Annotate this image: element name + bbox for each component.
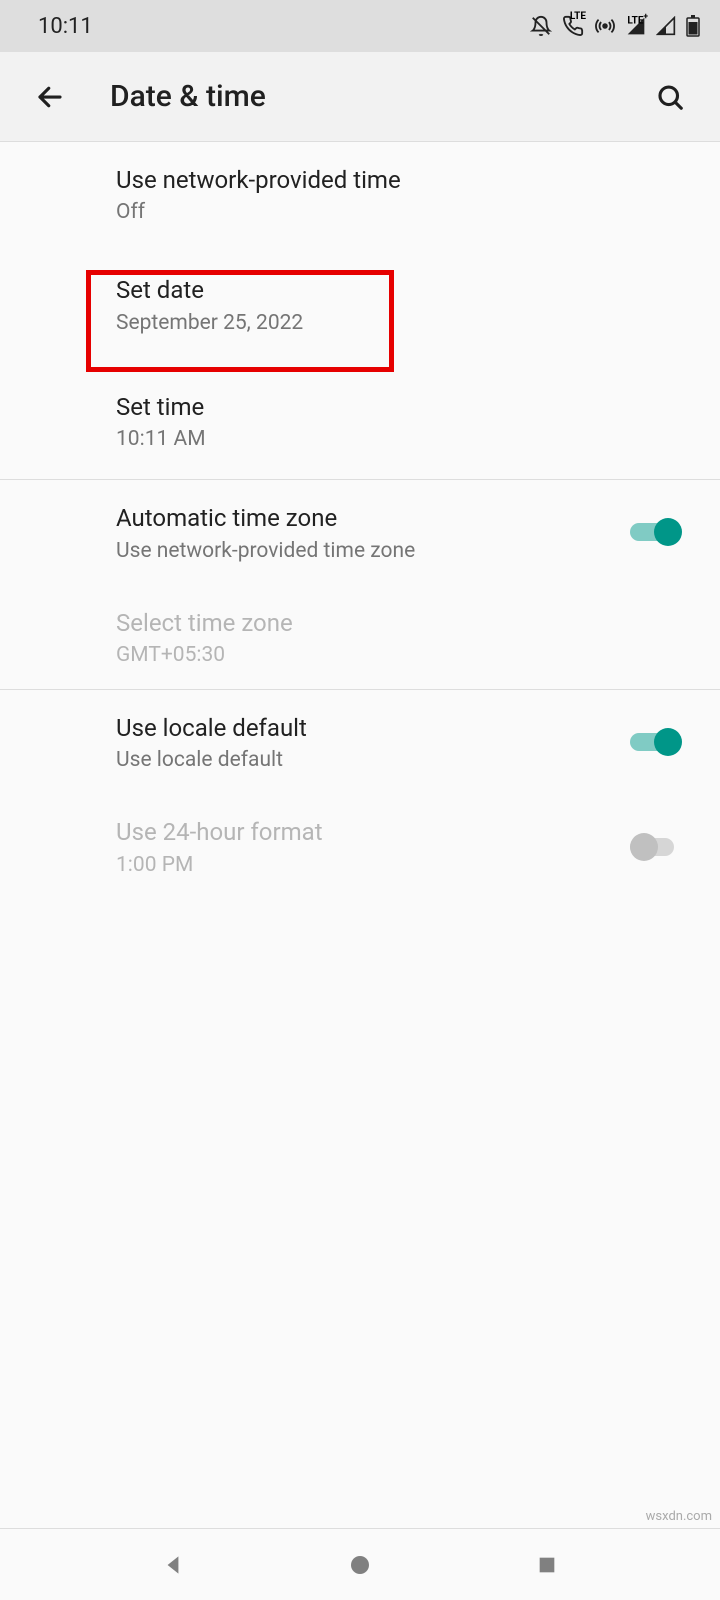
pref-subtitle: GMT+05:30 xyxy=(116,643,686,667)
status-icons: LTE LTE+ xyxy=(530,15,700,37)
hotspot-icon xyxy=(594,15,616,37)
pref-title: Use network-provided time xyxy=(116,164,686,196)
nav-back-button[interactable] xyxy=(143,1535,203,1595)
pref-subtitle: Use network-provided time zone xyxy=(116,539,630,563)
pref-title: Automatic time zone xyxy=(116,502,630,534)
nav-home-button[interactable] xyxy=(330,1535,390,1595)
pref-subtitle: Use locale default xyxy=(116,748,630,772)
search-icon xyxy=(655,82,685,112)
page-title: Date & time xyxy=(110,79,650,114)
nav-recent-button[interactable] xyxy=(517,1535,577,1595)
signal-lte-icon: LTE+ xyxy=(626,16,646,36)
status-time: 10:11 xyxy=(38,14,93,39)
pref-title: Set time xyxy=(116,391,686,423)
pref-select-timezone: Select time zone GMT+05:30 xyxy=(0,585,720,689)
switch-locale-default[interactable] xyxy=(630,727,682,757)
navigation-bar xyxy=(0,1528,720,1600)
volte-icon: LTE xyxy=(562,15,584,37)
pref-set-time[interactable]: Set time 10:11 AM xyxy=(0,363,720,479)
pref-auto-timezone[interactable]: Automatic time zone Use network-provided… xyxy=(0,480,720,584)
nav-recent-icon xyxy=(536,1554,558,1576)
battery-icon xyxy=(686,15,700,37)
pref-title: Use 24-hour format xyxy=(116,816,630,848)
dnd-icon xyxy=(530,15,552,37)
pref-24hour: Use 24-hour format 1:00 PM xyxy=(0,794,720,898)
pref-title: Set date xyxy=(116,274,686,306)
pref-subtitle: Off xyxy=(116,200,686,224)
signal-icon xyxy=(656,16,676,36)
app-bar: Date & time xyxy=(0,52,720,142)
pref-locale-default[interactable]: Use locale default Use locale default xyxy=(0,690,720,794)
status-bar: 10:11 LTE LTE+ xyxy=(0,0,720,52)
pref-network-time[interactable]: Use network-provided time Off xyxy=(0,142,720,246)
back-button[interactable] xyxy=(30,82,70,112)
arrow-back-icon xyxy=(35,82,65,112)
pref-set-date[interactable]: Set date September 25, 2022 xyxy=(0,246,720,362)
settings-list: Use network-provided time Off Set date S… xyxy=(0,142,720,899)
pref-subtitle: 1:00 PM xyxy=(116,853,630,877)
pref-subtitle: 10:11 AM xyxy=(116,427,686,451)
nav-back-icon xyxy=(160,1552,186,1578)
pref-title: Select time zone xyxy=(116,607,686,639)
switch-auto-timezone[interactable] xyxy=(630,517,682,547)
nav-home-icon xyxy=(348,1553,372,1577)
switch-24hour xyxy=(630,832,682,862)
pref-subtitle: September 25, 2022 xyxy=(116,311,686,335)
pref-title: Use locale default xyxy=(116,712,630,744)
search-button[interactable] xyxy=(650,82,690,112)
watermark: wsxdn.com xyxy=(646,1509,712,1524)
